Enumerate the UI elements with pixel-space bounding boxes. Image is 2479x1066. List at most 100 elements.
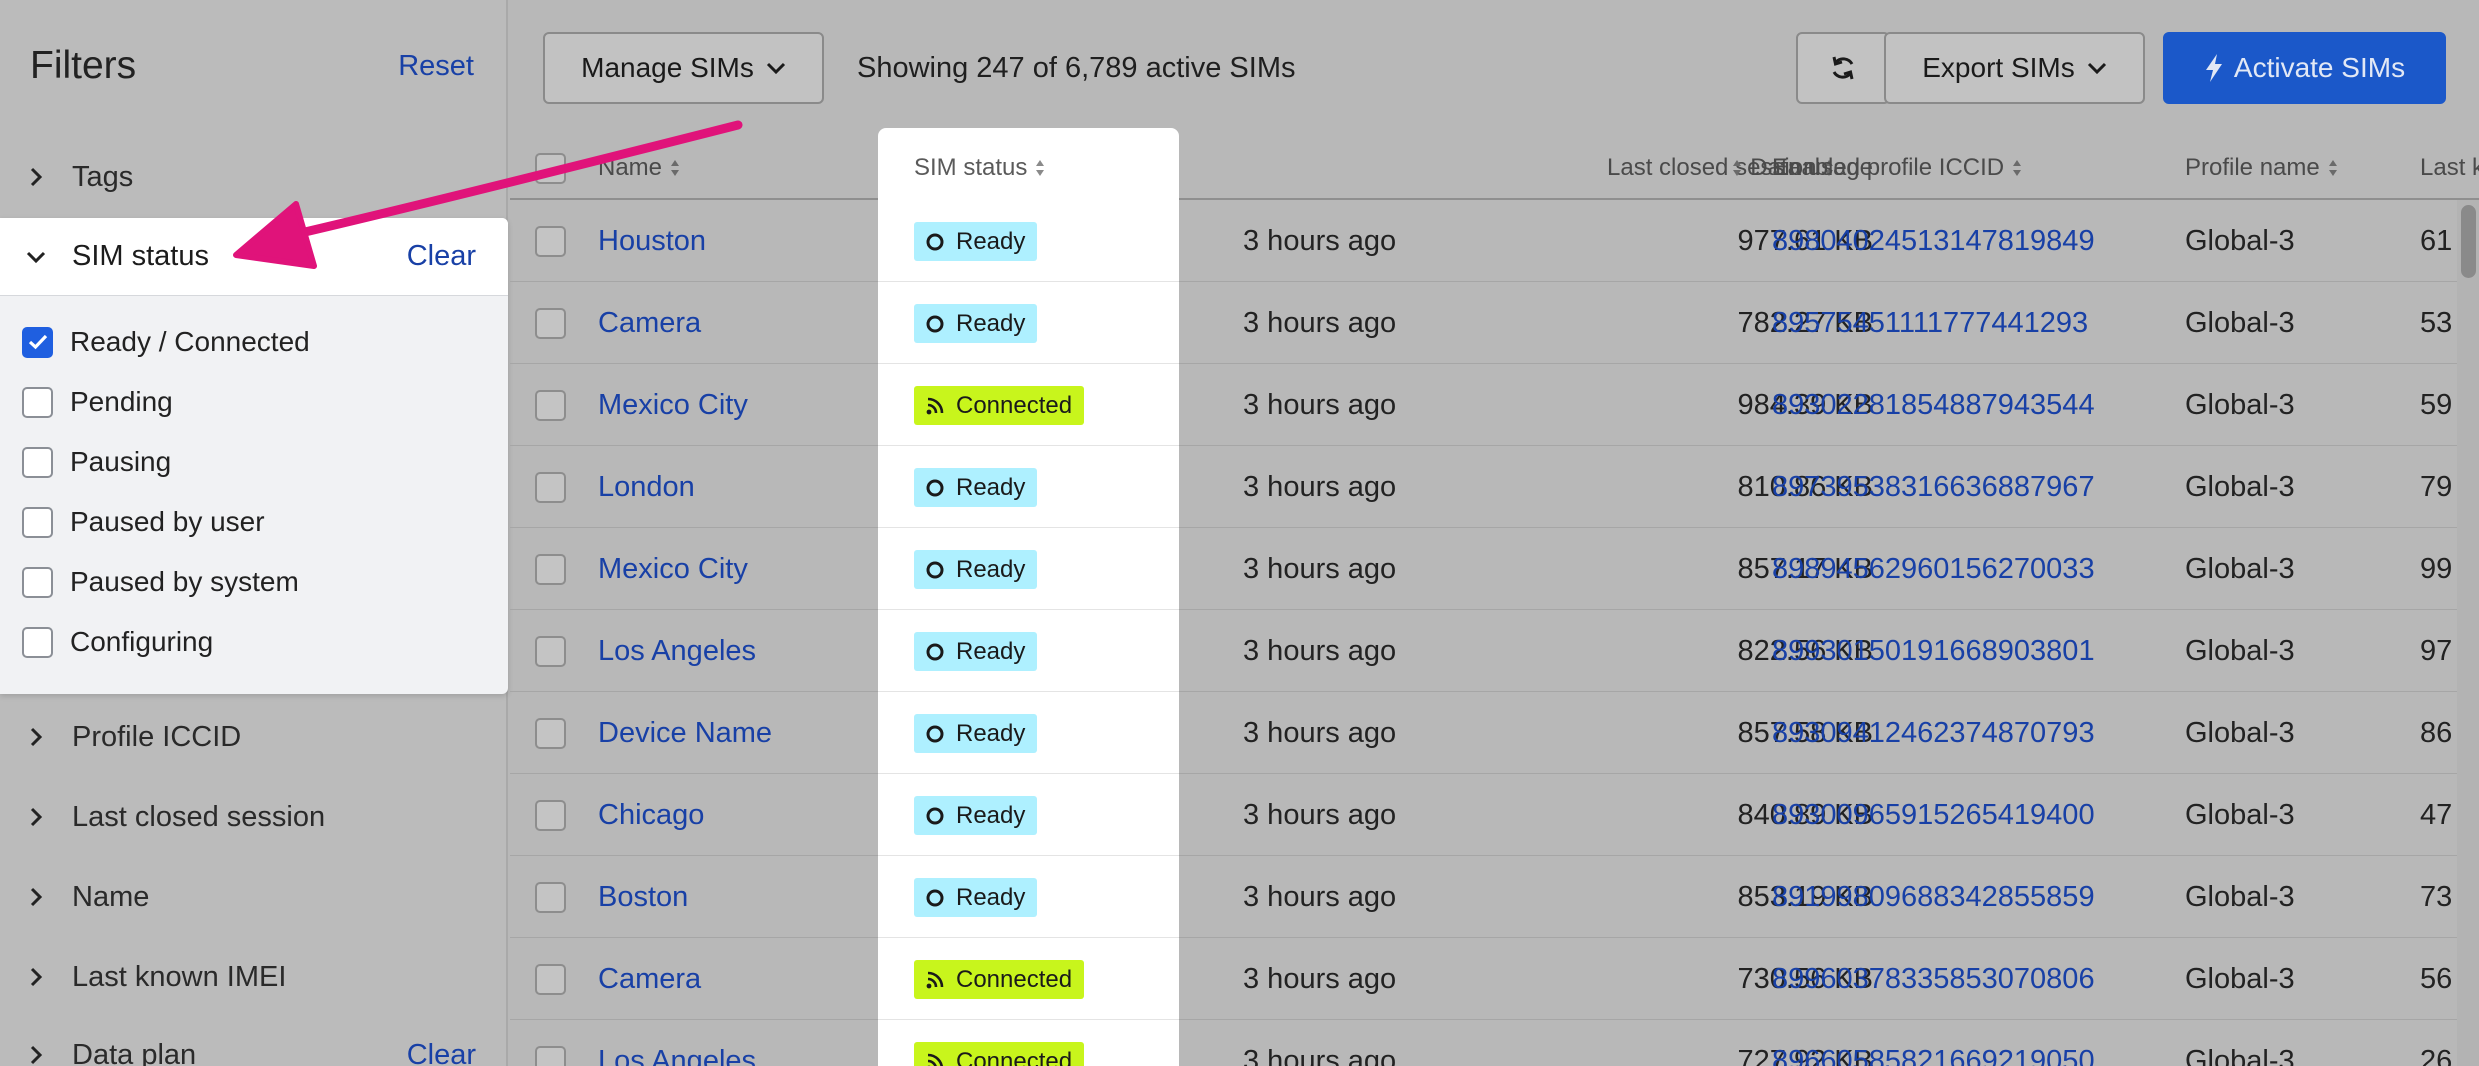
sim-name-link[interactable]: Los Angeles xyxy=(598,610,756,692)
table-row[interactable]: London 3 hours ago 810.86 KB 89739538316636… xyxy=(510,446,2479,528)
iccid-link[interactable]: 89302281854887943544 xyxy=(1772,364,2095,446)
row-checkbox[interactable] xyxy=(535,390,566,421)
iccid-link[interactable]: 89199809688342855859 xyxy=(1772,856,2095,938)
profile-name-cell: Global-3 xyxy=(2185,470,2295,503)
column-header-last-known[interactable]: Last k xyxy=(2420,154,2479,182)
table-row[interactable]: Houston 3 hours ago 977.61 KB 8980402451314… xyxy=(510,200,2479,282)
sim-name-link[interactable]: Mexico City xyxy=(598,364,748,446)
status-option-paused-by-user[interactable]: Paused by user xyxy=(22,502,265,542)
sim-name-link[interactable]: Houston xyxy=(598,200,706,282)
filter-group-data-plan[interactable]: Data plan Clear xyxy=(0,1030,508,1066)
sim-name-link[interactable]: Chicago xyxy=(598,774,704,856)
status-option-paused-by-system[interactable]: Paused by system xyxy=(22,562,299,602)
row-checkbox[interactable] xyxy=(535,964,566,995)
last-known-cell: 97 xyxy=(2420,634,2453,667)
sim-status-cell: Ready xyxy=(878,528,1179,610)
table-row[interactable]: Camera 3 hours ago 782.27 KB 89575451111777… xyxy=(510,282,2479,364)
scrollbar-thumb[interactable] xyxy=(2461,205,2476,278)
table-row[interactable]: Mexico City 3 hours ago 984.39 KB 893022818… xyxy=(510,364,2479,446)
sim-name-link[interactable]: London xyxy=(598,446,695,528)
filter-group-last-closed-session[interactable]: Last closed session xyxy=(0,792,508,842)
sim-name-link[interactable]: Camera xyxy=(598,282,701,364)
status-option-pending[interactable]: Pending xyxy=(22,382,173,422)
ready-status-icon xyxy=(923,312,947,336)
iccid-link[interactable]: 89575451111777441293 xyxy=(1772,282,2088,364)
ready-status-icon xyxy=(923,886,947,910)
checkbox[interactable] xyxy=(22,446,53,478)
profile-name-cell: Global-3 xyxy=(2185,716,2295,749)
status-badge: Ready xyxy=(914,632,1038,671)
clear-data-plan-link[interactable]: Clear xyxy=(407,1039,476,1066)
filter-group-last-known-imei[interactable]: Last known IMEI xyxy=(0,952,508,1002)
showing-count-text: Showing 247 of 6,789 active SIMs xyxy=(857,52,1296,84)
iccid-link[interactable]: 89739538316636887967 xyxy=(1772,446,2095,528)
row-checkbox[interactable] xyxy=(535,1046,566,1066)
iccid-link[interactable]: 89894562960156270033 xyxy=(1772,528,2095,610)
checkbox[interactable] xyxy=(22,386,53,418)
column-header-name[interactable]: Name xyxy=(598,154,680,182)
row-checkbox[interactable] xyxy=(535,554,566,585)
last-closed-session-cell: 3 hours ago xyxy=(1243,224,1397,257)
table-row[interactable]: Los Angeles 3 hours ago 822.56 KB 899301501… xyxy=(510,610,2479,692)
table-row[interactable]: Chicago 3 hours ago 840.89 KB 8930096591526… xyxy=(510,774,2479,856)
row-checkbox[interactable] xyxy=(535,308,566,339)
select-all-checkbox[interactable] xyxy=(535,153,566,184)
iccid-link[interactable]: 89960378335853070806 xyxy=(1772,938,2095,1020)
last-known-cell: 99 xyxy=(2420,552,2453,585)
last-closed-session-cell: 3 hours ago xyxy=(1243,716,1397,749)
checkbox[interactable] xyxy=(22,626,53,658)
checkbox[interactable] xyxy=(22,506,53,538)
scrollbar-track[interactable] xyxy=(2457,200,2479,1066)
table-row[interactable]: Device Name 3 hours ago 857.58 KB 893094124… xyxy=(510,692,2479,774)
refresh-button[interactable] xyxy=(1796,32,1890,104)
sim-name-link[interactable]: Device Name xyxy=(598,692,772,774)
filter-group-sim-status[interactable]: SIM status Clear xyxy=(0,218,508,296)
sim-name-link[interactable]: Los Angeles xyxy=(598,1020,756,1066)
checkbox[interactable] xyxy=(22,566,53,598)
iccid-link[interactable]: 89309412462374870793 xyxy=(1772,692,2095,774)
row-checkbox[interactable] xyxy=(535,472,566,503)
status-badge: Ready xyxy=(914,468,1038,507)
column-header-sim-status[interactable]: SIM status xyxy=(914,154,1045,182)
chevron-down-icon xyxy=(766,62,785,74)
table-row[interactable]: Mexico City 3 hours ago 857.17 KB 898945629… xyxy=(510,528,2479,610)
row-checkbox[interactable] xyxy=(535,800,566,831)
sim-status-cell: Connected xyxy=(878,938,1179,1020)
iccid-link[interactable]: 89930150191668903801 xyxy=(1772,610,2095,692)
checkbox-checked[interactable] xyxy=(22,326,53,358)
filter-group-tags[interactable]: Tags xyxy=(0,152,508,202)
sim-name-link[interactable]: Camera xyxy=(598,938,701,1020)
status-option-configuring[interactable]: Configuring xyxy=(22,622,213,662)
chevron-right-icon xyxy=(0,726,72,748)
last-closed-session-cell: 3 hours ago xyxy=(1243,552,1397,585)
table-row[interactable]: Boston 3 hours ago 853.19 KB 89199809688342… xyxy=(510,856,2479,938)
sim-name-link[interactable]: Mexico City xyxy=(598,528,748,610)
iccid-link[interactable]: 89660585821669219050 xyxy=(1772,1020,2095,1066)
iccid-link[interactable]: 89300965915265419400 xyxy=(1772,774,2095,856)
column-header-enabled-profile-iccid[interactable]: Enabled profile ICCID xyxy=(1772,154,2022,182)
export-sims-button[interactable]: Export SIMs xyxy=(1884,32,2145,104)
filter-group-profile-iccid[interactable]: Profile ICCID xyxy=(0,712,508,762)
row-checkbox[interactable] xyxy=(535,882,566,913)
table-row[interactable]: Los Angeles 3 hours ago 727.92 KB 896605858… xyxy=(510,1020,2479,1066)
status-badge: Ready xyxy=(914,878,1038,917)
reset-filters-link[interactable]: Reset xyxy=(398,50,474,83)
clear-sim-status-link[interactable]: Clear xyxy=(407,240,476,273)
status-label: Connected xyxy=(956,391,1073,419)
filter-group-label: Last closed session xyxy=(72,800,326,833)
column-header-profile-name[interactable]: Profile name xyxy=(2185,154,2338,182)
status-option-ready-connected[interactable]: Ready / Connected xyxy=(22,322,310,362)
lightning-icon xyxy=(2205,54,2222,82)
table-row[interactable]: Camera 3 hours ago 730.56 KB 89960378335853… xyxy=(510,938,2479,1020)
ready-status-icon xyxy=(923,230,947,254)
row-checkbox[interactable] xyxy=(535,226,566,257)
sim-name-link[interactable]: Boston xyxy=(598,856,688,938)
filter-group-name[interactable]: Name xyxy=(0,872,508,922)
last-closed-session-cell: 3 hours ago xyxy=(1243,1044,1397,1066)
activate-sims-button[interactable]: Activate SIMs xyxy=(2163,32,2446,104)
row-checkbox[interactable] xyxy=(535,718,566,749)
row-checkbox[interactable] xyxy=(535,636,566,667)
status-option-pausing[interactable]: Pausing xyxy=(22,442,171,482)
manage-sims-button[interactable]: Manage SIMs xyxy=(543,32,824,104)
iccid-link[interactable]: 89804024513147819849 xyxy=(1772,200,2095,282)
